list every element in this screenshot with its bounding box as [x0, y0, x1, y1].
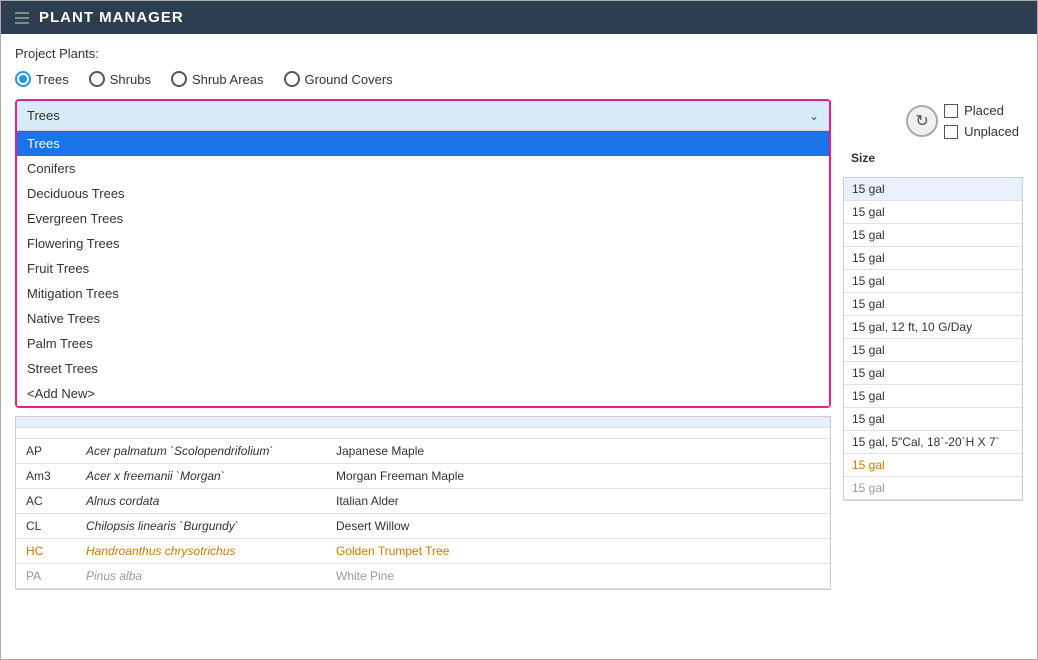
table-row[interactable]: HC Handroanthus chrysotrichus Golden Tru… [16, 539, 830, 564]
dropdown-item-flowering[interactable]: Flowering Trees [17, 231, 829, 256]
dropdown-list: Trees Conifers Deciduous Trees Evergreen… [17, 130, 829, 406]
table-row[interactable] [16, 417, 830, 428]
size-row[interactable]: 15 gal [844, 362, 1022, 385]
size-table: 15 gal 15 gal 15 gal 15 gal 15 gal 15 ga… [843, 177, 1023, 501]
dropdown-item-trees[interactable]: Trees [17, 131, 829, 156]
titlebar: PLANT MANAGER [1, 1, 1037, 34]
radio-shrubs[interactable]: Shrubs [89, 71, 151, 87]
table-row[interactable]: CL Chilopsis linearis `Burgundy` Desert … [16, 514, 830, 539]
dropdown-item-evergreen[interactable]: Evergreen Trees [17, 206, 829, 231]
cell-common: Desert Willow [334, 518, 534, 534]
filter-checkboxes: Placed Unplaced [944, 103, 1019, 139]
table-row[interactable]: PA Pinus alba White Pine [16, 564, 830, 589]
cell-common: White Pine [334, 568, 534, 584]
unplaced-checkbox[interactable]: Unplaced [944, 124, 1019, 139]
radio-trees-circle[interactable] [15, 71, 31, 87]
size-row[interactable]: 15 gal, 12 ft, 10 G/Day [844, 316, 1022, 339]
size-row[interactable]: 15 gal [844, 224, 1022, 247]
radio-trees[interactable]: Trees [15, 71, 69, 87]
unplaced-checkbox-box[interactable] [944, 125, 958, 139]
size-row[interactable]: 15 gal [844, 454, 1022, 477]
left-panel: Trees ⌄ Trees Conifers Deciduous Trees E… [15, 99, 831, 590]
size-column-header: Size [843, 147, 1023, 169]
placed-label: Placed [964, 103, 1004, 118]
refresh-area: ↻ Placed Unplaced [843, 103, 1023, 139]
size-row[interactable]: 15 gal [844, 270, 1022, 293]
main-area: Trees ⌄ Trees Conifers Deciduous Trees E… [15, 99, 1023, 590]
radio-ground-covers[interactable]: Ground Covers [284, 71, 393, 87]
cell-scientific [84, 421, 334, 423]
table-row[interactable]: Am3 Acer x freemanii `Morgan` Morgan Fre… [16, 464, 830, 489]
cell-code: HC [24, 543, 84, 559]
radio-ground-covers-circle[interactable] [284, 71, 300, 87]
radio-ground-covers-label: Ground Covers [305, 72, 393, 87]
drag-handle[interactable] [15, 12, 29, 24]
cell-common: Italian Alder [334, 493, 534, 509]
size-row[interactable]: 15 gal [844, 293, 1022, 316]
plant-type-radio-group: Trees Shrubs Shrub Areas Ground Covers [15, 71, 1023, 87]
cell-code [24, 421, 84, 423]
size-row[interactable]: 15 gal [844, 201, 1022, 224]
cell-scientific: Pinus alba [84, 568, 334, 584]
radio-trees-label: Trees [36, 72, 69, 87]
plant-table: AP Acer palmatum `Scolopendrifolium` Jap… [15, 416, 831, 590]
unplaced-label: Unplaced [964, 124, 1019, 139]
size-row[interactable]: 15 gal [844, 178, 1022, 201]
radio-shrubs-circle[interactable] [89, 71, 105, 87]
dropdown-selected-value: Trees [27, 108, 60, 123]
refresh-button[interactable]: ↻ [906, 105, 938, 137]
refresh-icon: ↻ [915, 111, 928, 131]
cell-common: Japanese Maple [334, 443, 534, 459]
cell-code: PA [24, 568, 84, 584]
cell-scientific: Alnus cordata [84, 493, 334, 509]
size-row[interactable]: 15 gal [844, 385, 1022, 408]
placed-checkbox[interactable]: Placed [944, 103, 1019, 118]
radio-shrub-areas[interactable]: Shrub Areas [171, 71, 264, 87]
radio-shrubs-label: Shrubs [110, 72, 151, 87]
dropdown-item-mitigation[interactable]: Mitigation Trees [17, 281, 829, 306]
dropdown-item-native[interactable]: Native Trees [17, 306, 829, 331]
cell-scientific: Acer palmatum `Scolopendrifolium` [84, 443, 334, 459]
radio-shrub-areas-circle[interactable] [171, 71, 187, 87]
cell-common: Morgan Freeman Maple [334, 468, 534, 484]
size-row[interactable]: 15 gal [844, 408, 1022, 431]
project-plants-label: Project Plants: [15, 46, 1023, 61]
cell-common: Golden Trumpet Tree [334, 543, 534, 559]
size-row[interactable]: 15 gal, 5"Cal, 18`-20`H X 7` [844, 431, 1022, 454]
cell-code [24, 432, 84, 434]
dropdown-item-deciduous[interactable]: Deciduous Trees [17, 181, 829, 206]
size-row[interactable]: 15 gal [844, 247, 1022, 270]
category-dropdown-header[interactable]: Trees ⌄ [17, 101, 829, 130]
cell-code: AC [24, 493, 84, 509]
window-title: PLANT MANAGER [39, 9, 184, 26]
size-row[interactable]: 15 gal [844, 477, 1022, 500]
table-row[interactable] [16, 428, 830, 439]
dropdown-item-add-new[interactable]: <Add New> [17, 381, 829, 406]
size-row[interactable]: 15 gal [844, 339, 1022, 362]
cell-scientific: Acer x freemanii `Morgan` [84, 468, 334, 484]
cell-scientific [84, 432, 334, 434]
cell-code: CL [24, 518, 84, 534]
chevron-down-icon: ⌄ [809, 109, 819, 123]
cell-scientific: Chilopsis linearis `Burgundy` [84, 518, 334, 534]
dropdown-item-street[interactable]: Street Trees [17, 356, 829, 381]
table-row[interactable]: AP Acer palmatum `Scolopendrifolium` Jap… [16, 439, 830, 464]
cell-code: Am3 [24, 468, 84, 484]
cell-scientific: Handroanthus chrysotrichus [84, 543, 334, 559]
dropdown-item-fruit[interactable]: Fruit Trees [17, 256, 829, 281]
cell-common [334, 432, 534, 434]
plant-manager-window: PLANT MANAGER Project Plants: Trees Shru… [0, 0, 1038, 660]
right-panel: ↻ Placed Unplaced Size [843, 99, 1023, 590]
dropdown-item-palm[interactable]: Palm Trees [17, 331, 829, 356]
table-row[interactable]: AC Alnus cordata Italian Alder [16, 489, 830, 514]
dropdown-item-conifers[interactable]: Conifers [17, 156, 829, 181]
placed-checkbox-box[interactable] [944, 104, 958, 118]
category-dropdown-wrapper: Trees ⌄ Trees Conifers Deciduous Trees E… [15, 99, 831, 408]
cell-common [334, 421, 534, 423]
cell-code: AP [24, 443, 84, 459]
radio-shrub-areas-label: Shrub Areas [192, 72, 264, 87]
content-area: Project Plants: Trees Shrubs Shrub Areas… [1, 34, 1037, 659]
